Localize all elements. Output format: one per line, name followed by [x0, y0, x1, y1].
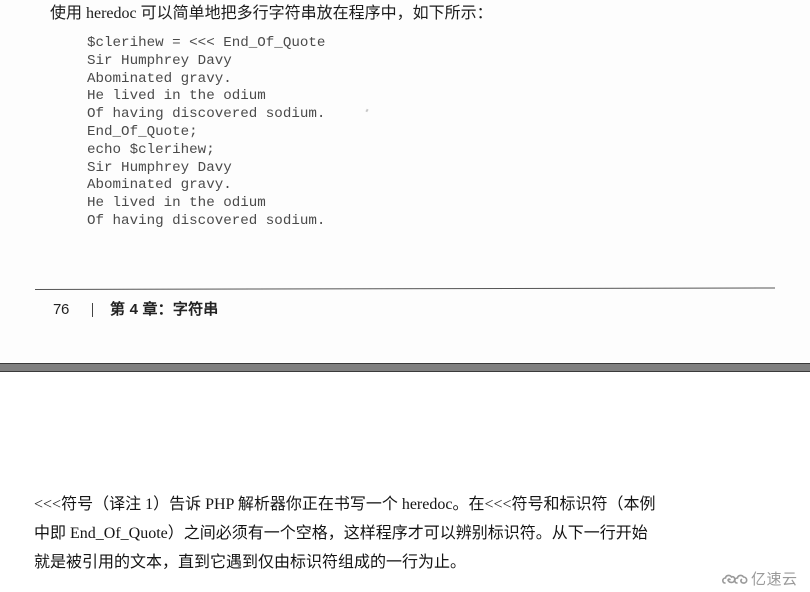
explanation-paragraph: <<<符号（译注 1）告诉 PHP 解析器你正在书写一个 heredoc。在<<…	[34, 490, 754, 577]
paragraph-line: <<<符号（译注 1）告诉 PHP 解析器你正在书写一个 heredoc。在<<…	[34, 496, 656, 513]
intro-sentence: 使用 heredoc 可以简单地把多行字符串放在程序中，如下所示：	[50, 5, 493, 22]
code-line: Abominated gravy.	[87, 177, 232, 194]
code-line: End_Of_Quote;	[87, 123, 198, 140]
page-divider	[0, 363, 810, 372]
chapter-title: 第 4 章：字符串	[110, 301, 219, 318]
code-line: Abominated gravy.	[87, 70, 232, 87]
code-listing: $clerihew = <<< End_Of_Quote Sir Humphrey…	[87, 35, 325, 231]
code-line: He lived in the odium	[87, 88, 266, 105]
footer-separator	[92, 303, 93, 317]
page-footer: 76 第 4 章：字符串	[53, 300, 218, 320]
paragraph-line: 中即 End_Of_Quote）之间必须有一个空格，这样程序才可以辨别标识符。从…	[34, 525, 648, 542]
code-line: echo $clerihew;	[87, 141, 215, 158]
watermark-text: 亿速云	[751, 570, 798, 588]
watermark: 亿速云	[721, 568, 798, 589]
page-number: 76	[53, 301, 70, 318]
code-line: $clerihew = <<< End_Of_Quote	[87, 35, 326, 51]
footer-rule	[34, 287, 775, 290]
code-line: Of having discovered sodium.	[87, 106, 326, 123]
code-line: Sir Humphrey Davy	[87, 159, 232, 176]
code-line: Of having discovered sodium.	[87, 212, 326, 229]
scan-speck	[365, 108, 369, 113]
cloud-logo-icon	[722, 574, 748, 584]
code-line: He lived in the odium	[87, 195, 266, 212]
code-line: Sir Humphrey Davy	[87, 52, 232, 69]
upper-book-page: 使用 heredoc 可以简单地把多行字符串放在程序中，如下所示： $cleri…	[0, 0, 810, 362]
paragraph-line: 就是被引用的文本，直到它遇到仅由标识符组成的一行为止。	[34, 554, 467, 571]
